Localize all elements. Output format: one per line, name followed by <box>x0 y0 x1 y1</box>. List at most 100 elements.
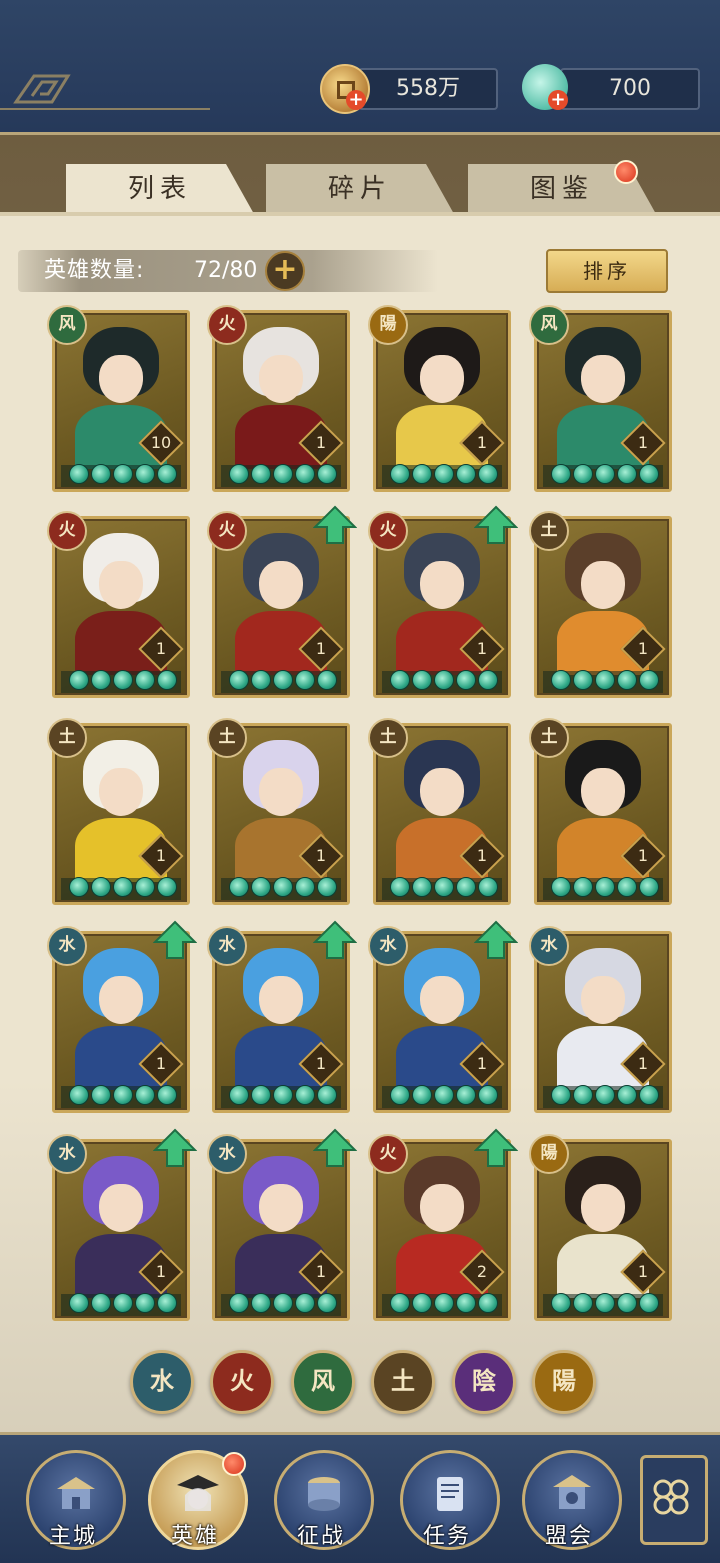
upgrade-arrow-icon <box>153 1128 197 1167</box>
jade-star-icon <box>157 464 177 484</box>
star-rating <box>61 1085 181 1108</box>
hero-card[interactable]: 火1 <box>207 305 350 492</box>
hero-card[interactable]: 水1 <box>207 1128 357 1321</box>
upgrade-arrow-icon <box>474 505 518 544</box>
star-rating <box>543 877 663 900</box>
hero-card[interactable]: 风1 <box>529 305 672 492</box>
add-jade-button[interactable]: + <box>548 90 568 110</box>
hero-level: 1 <box>315 1054 327 1073</box>
hero-card[interactable]: 水1 <box>368 920 518 1113</box>
jade-star-icon <box>135 1085 155 1105</box>
jade-star-icon <box>412 1293 432 1313</box>
tab-fragments[interactable]: 碎片 <box>266 164 454 214</box>
star-rating <box>221 1085 341 1108</box>
hero-card[interactable]: 土1 <box>207 718 350 905</box>
hero-card[interactable]: 土1 <box>47 718 190 905</box>
element-badge: 土 <box>368 718 408 758</box>
more-menu-button[interactable] <box>640 1455 708 1545</box>
filter-earth-button[interactable]: 土 <box>371 1350 435 1414</box>
filter-fire-button[interactable]: 火 <box>210 1350 274 1414</box>
jade-star-icon <box>69 1085 89 1105</box>
jade-star-icon <box>113 877 133 897</box>
jade-star-icon <box>478 877 498 897</box>
hero-level: 1 <box>476 846 488 865</box>
hero-level: 1 <box>637 639 649 658</box>
star-rating <box>61 670 181 693</box>
upgrade-arrow-icon <box>313 505 357 544</box>
hero-card[interactable]: 土1 <box>529 718 672 905</box>
jade-star-icon <box>135 464 155 484</box>
jade-star-icon <box>229 1085 249 1105</box>
jade-star-icon <box>434 464 454 484</box>
jade-star-icon <box>113 1293 133 1313</box>
hero-level: 1 <box>637 1262 649 1281</box>
jade-star-icon <box>295 670 315 690</box>
jade-star-icon <box>229 670 249 690</box>
hero-card[interactable]: 水1 <box>529 926 672 1113</box>
filter-water-button[interactable]: 水 <box>130 1350 194 1414</box>
add-coin-button[interactable]: + <box>346 90 366 110</box>
hero-card[interactable]: 水1 <box>47 1128 197 1321</box>
hero-card[interactable]: 火1 <box>368 505 518 698</box>
hero-count-bar: 英雄数量: 72/80 <box>18 250 438 292</box>
jade-star-icon <box>456 1293 476 1313</box>
jade-star-icon <box>157 877 177 897</box>
jade-star-icon <box>617 1085 637 1105</box>
filter-yin-button[interactable]: 陰 <box>452 1350 516 1414</box>
tab-list[interactable]: 列表 <box>66 164 254 214</box>
filter-wind-button[interactable]: 风 <box>291 1350 355 1414</box>
jade-star-icon <box>69 1293 89 1313</box>
hero-card[interactable]: 火2 <box>368 1128 518 1321</box>
jade-star-icon <box>229 1293 249 1313</box>
hero-card[interactable]: 火1 <box>207 505 357 698</box>
hero-card[interactable]: 水1 <box>207 920 357 1113</box>
hero-level: 1 <box>315 639 327 658</box>
jade-star-icon <box>551 670 571 690</box>
jade-star-icon <box>456 1085 476 1105</box>
sort-button[interactable]: 排序 <box>546 249 668 293</box>
star-rating <box>543 464 663 487</box>
notification-dot <box>614 160 638 184</box>
tab-codex[interactable]: 图鉴 <box>468 160 656 214</box>
hero-card[interactable]: 陽1 <box>368 305 511 492</box>
jade-star-icon <box>617 670 637 690</box>
element-badge: 水 <box>529 926 569 966</box>
element-badge: 土 <box>529 511 569 551</box>
jade-counter[interactable]: + 700 <box>522 64 700 110</box>
star-rating <box>61 1293 181 1316</box>
hero-card[interactable]: 土1 <box>529 511 672 698</box>
jade-star-icon <box>135 877 155 897</box>
hero-card[interactable]: 陽1 <box>529 1134 672 1321</box>
jade-star-icon <box>412 464 432 484</box>
star-rating <box>543 670 663 693</box>
hero-card[interactable]: 风 10 <box>47 305 190 492</box>
hero-level: 1 <box>155 1054 167 1073</box>
expand-capacity-button[interactable]: + <box>265 251 305 291</box>
hero-card[interactable]: 土1 <box>368 718 511 905</box>
hero-card[interactable]: 火1 <box>47 511 190 698</box>
upgrade-arrow-icon <box>474 1128 518 1167</box>
jade-star-icon <box>617 1293 637 1313</box>
hero-level: 1 <box>155 639 167 658</box>
jade-star-icon <box>456 877 476 897</box>
element-badge: 风 <box>529 305 569 345</box>
jade-star-icon <box>157 1293 177 1313</box>
scroll-icon <box>437 1477 463 1511</box>
jade-star-icon <box>478 464 498 484</box>
jade-star-icon <box>478 1085 498 1105</box>
coin-counter[interactable]: + 558万 <box>320 64 498 114</box>
star-rating <box>221 877 341 900</box>
hero-level: 1 <box>637 846 649 865</box>
jade-star-icon <box>91 670 111 690</box>
filter-yang-button[interactable]: 陽 <box>532 1350 596 1414</box>
palace-icon <box>57 1477 95 1509</box>
jade-star-icon <box>273 670 293 690</box>
jade-star-icon <box>295 464 315 484</box>
jade-star-icon <box>251 1293 271 1313</box>
star-rating <box>221 1293 341 1316</box>
hero-card[interactable]: 水1 <box>47 920 197 1113</box>
nav-alliance-label: 盟会 <box>544 1524 593 1549</box>
jade-star-icon <box>317 877 337 897</box>
jade-star-icon <box>69 877 89 897</box>
hero-level: 1 <box>315 1262 327 1281</box>
